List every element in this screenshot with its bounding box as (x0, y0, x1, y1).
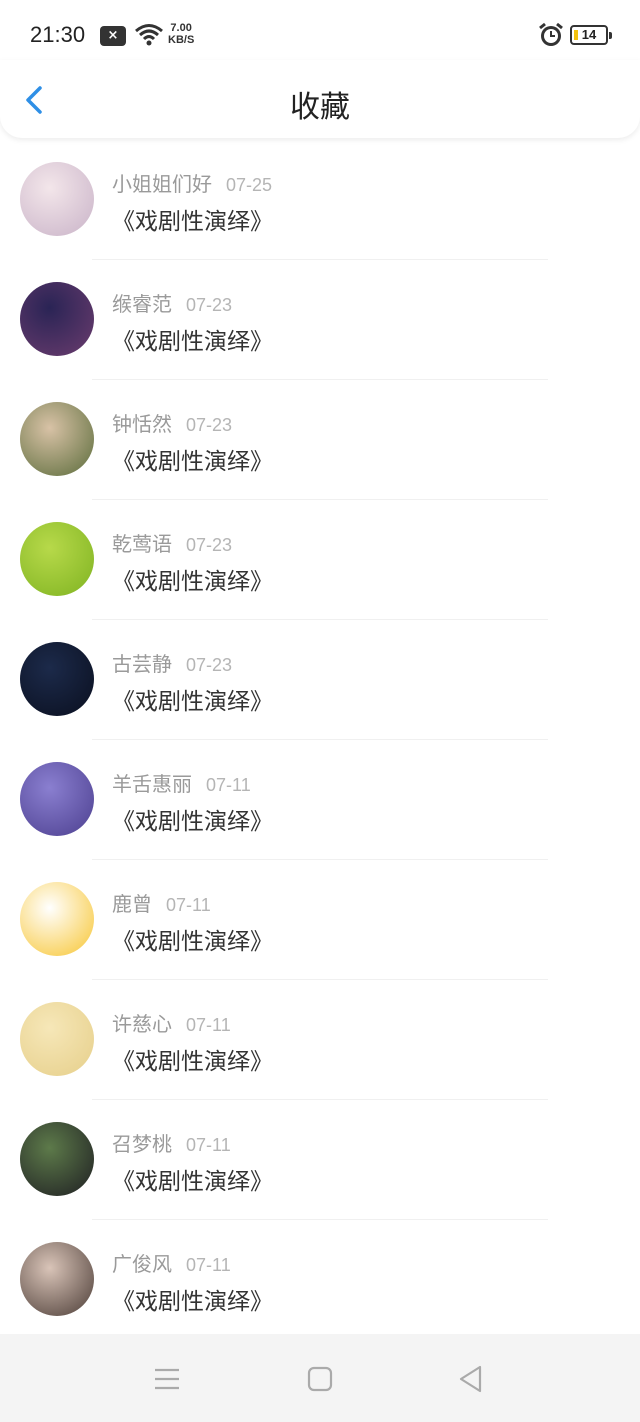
avatar[interactable] (20, 882, 94, 956)
avatar[interactable] (20, 162, 94, 236)
item-date: 07-11 (186, 1015, 231, 1035)
username-text: 鹿曾 (112, 892, 152, 916)
triangle-back-icon[interactable] (456, 1364, 486, 1394)
square-home-icon[interactable] (305, 1364, 335, 1394)
item-title[interactable]: 《戏剧性演绎》 (112, 1042, 273, 1076)
item-date: 07-11 (206, 775, 251, 795)
list-item[interactable]: 鹿曾 07-11 《戏剧性演绎》 (0, 860, 640, 980)
list-item[interactable]: 缑睿范 07-23 《戏剧性演绎》 (0, 260, 640, 380)
item-title[interactable]: 《戏剧性演绎》 (112, 562, 273, 596)
username-text: 乾莺语 (112, 532, 172, 556)
username-text: 广俊风 (112, 1252, 172, 1276)
username-text: 小姐姐们好 (112, 172, 212, 196)
username-text: 羊舌惠丽 (112, 772, 192, 796)
battery-level: 14 (581, 27, 597, 42)
username-text: 钟恬然 (112, 412, 172, 436)
avatar[interactable] (20, 1002, 94, 1076)
avatar[interactable] (20, 1122, 94, 1196)
item-username: 钟恬然 07-23 (112, 408, 232, 437)
item-date: 07-25 (226, 175, 273, 195)
list-item[interactable]: 乾莺语 07-23 《戏剧性演绎》 (0, 500, 640, 620)
system-nav-bar (0, 1334, 640, 1422)
item-username: 许慈心 07-11 (112, 1008, 231, 1037)
username-text: 许慈心 (112, 1012, 172, 1036)
item-title[interactable]: 《戏剧性演绎》 (112, 922, 273, 956)
avatar[interactable] (20, 1242, 94, 1316)
username-text: 古芸静 (112, 652, 172, 676)
item-date: 07-23 (186, 535, 233, 555)
header: 收藏 (0, 60, 640, 138)
list-item[interactable]: 小姐姐们好 07-25 《戏剧性演绎》 (0, 140, 640, 260)
item-title[interactable]: 《戏剧性演绎》 (112, 442, 273, 476)
page-title: 收藏 (290, 90, 350, 125)
notification-icon: × (100, 26, 126, 46)
item-date: 07-11 (166, 895, 211, 915)
item-title[interactable]: 《戏剧性演绎》 (112, 682, 273, 716)
menu-icon[interactable] (152, 1364, 182, 1394)
status-time: 21:30 (30, 22, 86, 47)
item-username: 鹿曾 07-11 (112, 888, 211, 917)
item-date: 07-23 (186, 655, 233, 675)
list-item[interactable]: 广俊风 07-11 《戏剧性演绎》 (0, 1220, 640, 1340)
item-username: 乾莺语 07-23 (112, 528, 232, 557)
list-item[interactable]: 古芸静 07-23 《戏剧性演绎》 (0, 620, 640, 740)
item-username: 羊舌惠丽 07-11 (112, 768, 251, 797)
item-title[interactable]: 《戏剧性演绎》 (112, 1282, 273, 1316)
alarm-icon (539, 22, 563, 46)
item-title[interactable]: 《戏剧性演绎》 (112, 802, 273, 836)
item-username: 召梦桃 07-11 (112, 1128, 231, 1157)
item-date: 07-23 (186, 415, 233, 435)
avatar[interactable] (20, 522, 94, 596)
item-username: 广俊风 07-11 (112, 1248, 231, 1277)
username-text: 缑睿范 (112, 292, 172, 316)
item-title[interactable]: 《戏剧性演绎》 (112, 202, 273, 236)
list-item[interactable]: 羊舌惠丽 07-11 《戏剧性演绎》 (0, 740, 640, 860)
network-speed-unit: KB/S (168, 34, 195, 46)
item-date: 07-11 (186, 1135, 231, 1155)
avatar[interactable] (20, 282, 94, 356)
wifi-icon (135, 24, 163, 46)
network-speed: 7.00 KB/S (168, 22, 194, 46)
avatar[interactable] (20, 762, 94, 836)
item-username: 缑睿范 07-23 (112, 288, 232, 317)
favorites-list: 小姐姐们好 07-25 《戏剧性演绎》 缑睿范 07-23 《戏剧性演绎》 钟恬然 07-23… (0, 140, 640, 1334)
avatar[interactable] (20, 402, 94, 476)
list-item[interactable]: 许慈心 07-11 《戏剧性演绎》 (0, 980, 640, 1100)
username-text: 召梦桃 (112, 1132, 172, 1156)
item-date: 07-23 (186, 295, 233, 315)
item-date: 07-11 (186, 1255, 231, 1275)
network-speed-value: 7.00 (170, 22, 192, 34)
list-item[interactable]: 召梦桃 07-11 《戏剧性演绎》 (0, 1100, 640, 1220)
item-username: 小姐姐们好 07-25 (112, 168, 272, 197)
item-username: 古芸静 07-23 (112, 648, 232, 677)
item-title[interactable]: 《戏剧性演绎》 (112, 1162, 273, 1196)
battery-indicator: 14 (570, 25, 612, 45)
item-title[interactable]: 《戏剧性演绎》 (112, 322, 273, 356)
list-item[interactable]: 钟恬然 07-23 《戏剧性演绎》 (0, 380, 640, 500)
avatar[interactable] (20, 642, 94, 716)
